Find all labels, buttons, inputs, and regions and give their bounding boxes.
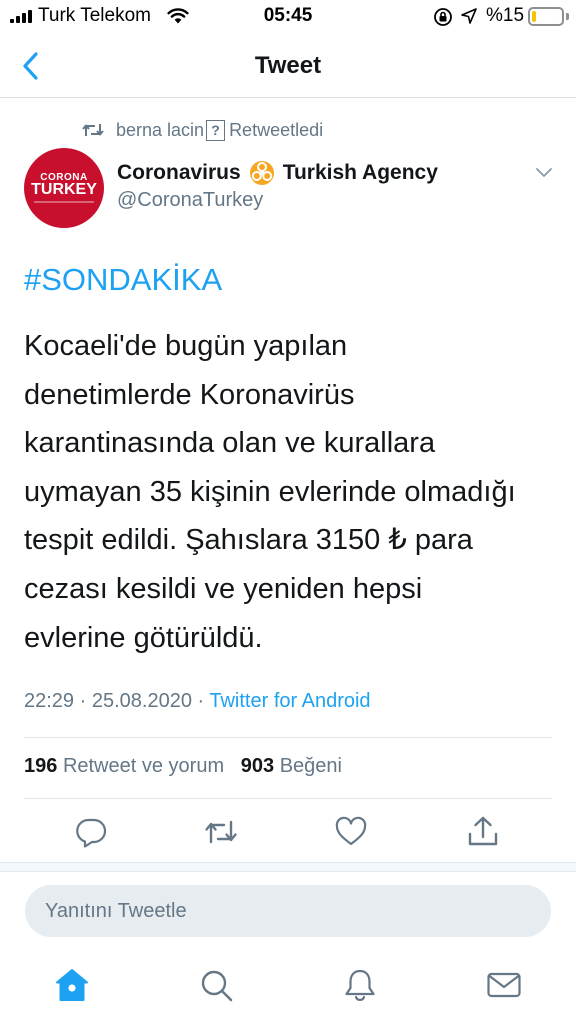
search-icon[interactable] xyxy=(198,967,234,1003)
tweet-source-link[interactable]: Twitter for Android xyxy=(209,690,370,712)
battery-icon xyxy=(528,7,564,26)
tweet-timestamp: 22:29 · 25.08.2020 · Twitter for Android xyxy=(24,690,371,713)
tweet-text-line: cezası kesildi ve yeniden hepsi xyxy=(24,572,423,605)
author-name[interactable]: Coronavirus Turkish Agency xyxy=(117,160,438,186)
biohazard-icon xyxy=(249,161,274,185)
retweet-label: Retweet ve yorum xyxy=(62,755,225,777)
tweet-text: Kocaeli'de bugün yapılan denetimlerde Ko… xyxy=(24,322,560,662)
section-divider xyxy=(0,862,576,872)
retweeted-by-row[interactable]: berna lacin ? Retweetledi xyxy=(82,118,323,142)
likes-stat[interactable]: 903 Beğeni xyxy=(241,755,342,777)
hashtag-link[interactable]: #SONDAKİKA xyxy=(24,262,222,298)
battery-level xyxy=(532,11,536,22)
location-arrow-icon xyxy=(461,8,477,24)
reply-icon[interactable] xyxy=(74,815,108,849)
divider xyxy=(24,798,552,799)
like-label: Beğeni xyxy=(279,755,342,777)
reply-input[interactable] xyxy=(25,885,551,937)
author-handle[interactable]: @CoronaTurkey xyxy=(117,189,263,212)
tweet-text-line: denetimlerde Koronavirüs xyxy=(24,378,355,411)
tweet-date: 25.08.2020 xyxy=(91,690,192,712)
tweet-text-line: evlerine götürüldü. xyxy=(24,621,263,654)
bell-icon[interactable] xyxy=(342,967,378,1003)
avatar-divider xyxy=(34,201,94,203)
tweet-text-line: uymayan 35 kişinin evlerinde olmadığı xyxy=(24,475,516,508)
author-name-part1: Coronavirus xyxy=(117,161,241,184)
divider xyxy=(24,737,552,738)
share-icon[interactable] xyxy=(466,815,500,849)
retweeter-name: berna lacin xyxy=(116,119,205,140)
tweet-stats: 196 Retweet ve yorum 903 Beğeni xyxy=(24,755,342,778)
navigation-bar: Tweet xyxy=(0,34,576,98)
meta-separator: · xyxy=(197,690,210,712)
tweet-text-line: tespit edildi. Şahıslara 3150 ₺ para xyxy=(24,524,473,557)
retweeted-label: Retweetledi xyxy=(229,119,324,140)
retweet-icon[interactable] xyxy=(204,815,238,849)
battery-percent: %15 xyxy=(486,5,525,26)
heart-icon[interactable] xyxy=(334,815,368,849)
retweet-icon xyxy=(82,124,104,136)
status-bar: Turk Telekom 05:45 %15 xyxy=(0,0,576,34)
rotation-lock-icon xyxy=(434,8,452,26)
tweet-text-line: karantinasında olan ve kurallara xyxy=(24,427,436,460)
chevron-down-icon[interactable] xyxy=(534,165,554,179)
avatar-text-line2: TURKEY xyxy=(31,181,97,198)
tweet-time: 22:29 xyxy=(24,690,75,712)
retweets-stat[interactable]: 196 Retweet ve yorum xyxy=(24,755,224,777)
like-count: 903 xyxy=(240,755,275,777)
home-icon[interactable] xyxy=(54,967,90,1003)
tweet-text-line: Kocaeli'de bugün yapılan xyxy=(24,330,348,362)
battery-tip xyxy=(566,13,569,20)
author-name-part2: Turkish Agency xyxy=(282,161,438,184)
retweet-count: 196 xyxy=(24,755,58,777)
mail-icon[interactable] xyxy=(486,967,522,1003)
page-title: Tweet xyxy=(254,52,322,79)
unknown-glyph-box: ? xyxy=(206,119,226,141)
avatar[interactable]: CORONA TURKEY xyxy=(24,148,104,228)
meta-separator: · xyxy=(79,690,92,712)
